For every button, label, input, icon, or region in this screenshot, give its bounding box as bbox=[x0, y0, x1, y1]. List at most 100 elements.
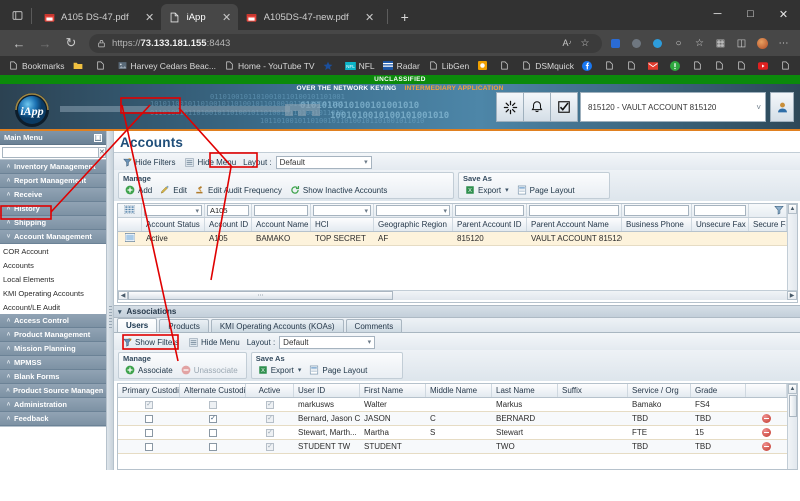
header-primary-custodian[interactable]: Primary Custodian bbox=[118, 384, 180, 397]
address-bar[interactable]: https://73.133.181.155:8443 A ♪ ☆ bbox=[89, 33, 602, 53]
bookmark-item[interactable]: DSMquick bbox=[517, 58, 578, 74]
alternate-custodian-checkbox[interactable] bbox=[209, 442, 217, 451]
bookmark-item[interactable] bbox=[644, 58, 666, 74]
cell-alternate-custodian[interactable] bbox=[180, 440, 246, 453]
grid-select-all-cell[interactable] bbox=[118, 204, 142, 217]
header-suffix[interactable]: Suffix bbox=[558, 384, 628, 397]
header-last-name[interactable]: Last Name bbox=[492, 384, 558, 397]
cell-alternate-custodian[interactable] bbox=[180, 426, 246, 439]
bookmark-item[interactable] bbox=[688, 58, 710, 74]
cell-alternate-custodian[interactable]: ✓ bbox=[180, 412, 246, 425]
add-favorite-icon[interactable]: ☆ bbox=[576, 34, 594, 52]
cell-primary-custodian[interactable]: ✓ bbox=[118, 398, 180, 411]
filter-parent-account-id[interactable] bbox=[453, 204, 527, 217]
split-screen-icon[interactable]: ◫ bbox=[731, 33, 752, 54]
associations-export-button[interactable]: X Export ▾ bbox=[256, 364, 306, 376]
tab-kmi-operating-accounts[interactable]: KMI Operating Accounts (KOAs) bbox=[210, 319, 344, 332]
alternate-custodian-checkbox[interactable] bbox=[209, 428, 217, 437]
cell-primary-custodian[interactable] bbox=[118, 426, 180, 439]
settings-more-icon[interactable]: ⋯ bbox=[773, 33, 794, 54]
header-unsecure-fax[interactable]: Unsecure Fax bbox=[692, 218, 749, 231]
favorites-icon[interactable]: ☆ bbox=[689, 33, 710, 54]
filter-account-status[interactable]: ▾ bbox=[142, 204, 205, 217]
associations-page-layout-button[interactable]: Page Layout bbox=[307, 364, 371, 376]
export-caret-icon[interactable]: ▾ bbox=[298, 366, 302, 374]
scroll-up-icon[interactable]: ▲ bbox=[788, 384, 797, 394]
browser-tab-3[interactable]: A105DS-47-new.pdf ✕ bbox=[237, 4, 381, 30]
filter-unsecure-fax-input[interactable] bbox=[694, 205, 746, 216]
primary-custodian-checkbox[interactable] bbox=[145, 442, 153, 451]
bookmark-item[interactable] bbox=[91, 58, 113, 74]
shopping-icon[interactable] bbox=[647, 33, 668, 54]
cell-actions[interactable] bbox=[746, 440, 787, 453]
header-hci[interactable]: HCI bbox=[311, 218, 374, 231]
sidebar-group-report-management[interactable]: ˄ Report Management bbox=[0, 174, 106, 188]
sidebar-group-access-control[interactable]: ˄ Access Control bbox=[0, 314, 106, 328]
sidebar-group-administration[interactable]: ˄ Administration bbox=[0, 398, 106, 412]
filter-hci-input[interactable]: ▾ bbox=[313, 205, 371, 216]
primary-custodian-checkbox[interactable] bbox=[145, 428, 153, 437]
filter-business-phone[interactable] bbox=[622, 204, 692, 217]
forward-icon[interactable]: → bbox=[32, 32, 58, 54]
hide-filters-button[interactable]: Hide Filters bbox=[118, 155, 180, 169]
table-row[interactable]: Active A105 BAMAKO TOP SECRET AF 815120 … bbox=[118, 232, 787, 246]
sidebar-group-feedback[interactable]: ˄ Feedback bbox=[0, 412, 106, 426]
bookmark-item[interactable] bbox=[732, 58, 754, 74]
new-tab-button[interactable]: + bbox=[394, 6, 416, 28]
sidebar-group-product-management[interactable]: ˄ Product Management bbox=[0, 328, 106, 342]
header-account-id[interactable]: Account ID bbox=[205, 218, 252, 231]
browser-tab-1-close-icon[interactable]: ✕ bbox=[143, 10, 157, 24]
read-aloud-icon[interactable]: A ♪ bbox=[558, 34, 576, 52]
table-row[interactable]: ✓ STUDENT TW STUDENT TWO TBD TBD bbox=[118, 440, 787, 454]
show-filters-button[interactable]: Show Filters bbox=[118, 335, 184, 349]
bookmark-item[interactable] bbox=[754, 58, 776, 74]
bookmark-item[interactable] bbox=[666, 58, 688, 74]
user-profile-icon[interactable] bbox=[770, 92, 794, 122]
filter-account-id[interactable]: A105 bbox=[205, 204, 252, 217]
bookmark-item[interactable] bbox=[600, 58, 622, 74]
header-account-name[interactable]: Account Name bbox=[252, 218, 311, 231]
browser-tab-1[interactable]: A105 DS-47.pdf ✕ bbox=[35, 4, 161, 30]
bookmark-item[interactable]: NFL NFL bbox=[341, 58, 379, 74]
header-account-status[interactable]: Account Status bbox=[142, 218, 205, 231]
header-grade[interactable]: Grade bbox=[691, 384, 746, 397]
filter-secure-fax[interactable] bbox=[749, 204, 787, 217]
filter-parent-account-name[interactable] bbox=[527, 204, 622, 217]
sidebar-item-kmi-operating-accounts[interactable]: KMI Operating Accounts bbox=[0, 286, 106, 300]
tab-comments[interactable]: Comments bbox=[345, 319, 403, 332]
sidebar-group-product-source-management[interactable]: ˄ Product Source Managem... bbox=[0, 384, 106, 398]
tasks-checkbox-icon[interactable] bbox=[550, 92, 578, 122]
cell-primary-custodian[interactable] bbox=[118, 440, 180, 453]
bookmark-item[interactable] bbox=[69, 58, 91, 74]
associate-button[interactable]: Associate bbox=[123, 364, 177, 376]
remove-row-icon[interactable] bbox=[762, 428, 771, 437]
filter-account-status-input[interactable]: ▾ bbox=[144, 205, 202, 216]
header-business-phone[interactable]: Business Phone bbox=[622, 218, 692, 231]
associations-section-bar[interactable]: ▾ Associations bbox=[114, 305, 800, 318]
show-inactive-accounts-button[interactable]: Show Inactive Accounts bbox=[288, 184, 392, 196]
collections-icon[interactable] bbox=[605, 33, 626, 54]
select-all-icon[interactable] bbox=[123, 204, 136, 216]
filter-account-name[interactable] bbox=[252, 204, 311, 217]
tab-search-icon[interactable] bbox=[4, 2, 30, 28]
sidebar-group-account-management[interactable]: ˅ Account Management bbox=[0, 230, 106, 244]
pin-sidebar-icon[interactable]: ▣ bbox=[94, 133, 102, 142]
row-select-cell[interactable] bbox=[118, 232, 142, 245]
row-selector-icon[interactable] bbox=[124, 233, 136, 244]
sidebar-group-blank-forms[interactable]: ˄ Blank Forms bbox=[0, 370, 106, 384]
vscroll-thumb[interactable] bbox=[788, 395, 797, 417]
sidebar-group-receive[interactable]: ˄ Receive bbox=[0, 188, 106, 202]
tab-users[interactable]: Users bbox=[117, 318, 158, 332]
table-row[interactable]: ✓ ✓ Bernard, Jason C JASON C BERNARD TBD… bbox=[118, 412, 787, 426]
edit-button[interactable]: Edit bbox=[158, 184, 191, 196]
profile-avatar[interactable] bbox=[752, 33, 773, 54]
sidebar-item-local-elements[interactable]: Local Elements bbox=[0, 272, 106, 286]
accounts-vertical-scrollbar[interactable]: ▲ bbox=[787, 204, 797, 290]
users-vertical-scrollbar[interactable]: ▲ bbox=[787, 384, 797, 469]
header-first-name[interactable]: First Name bbox=[360, 384, 426, 397]
sidebar-search-input[interactable] bbox=[2, 146, 99, 158]
filter-geographic-region[interactable]: ▾ bbox=[374, 204, 453, 217]
remove-row-icon[interactable] bbox=[762, 414, 771, 423]
notification-bell-icon[interactable] bbox=[523, 92, 551, 122]
associations-layout-dropdown[interactable]: Default ▾ bbox=[279, 335, 376, 349]
